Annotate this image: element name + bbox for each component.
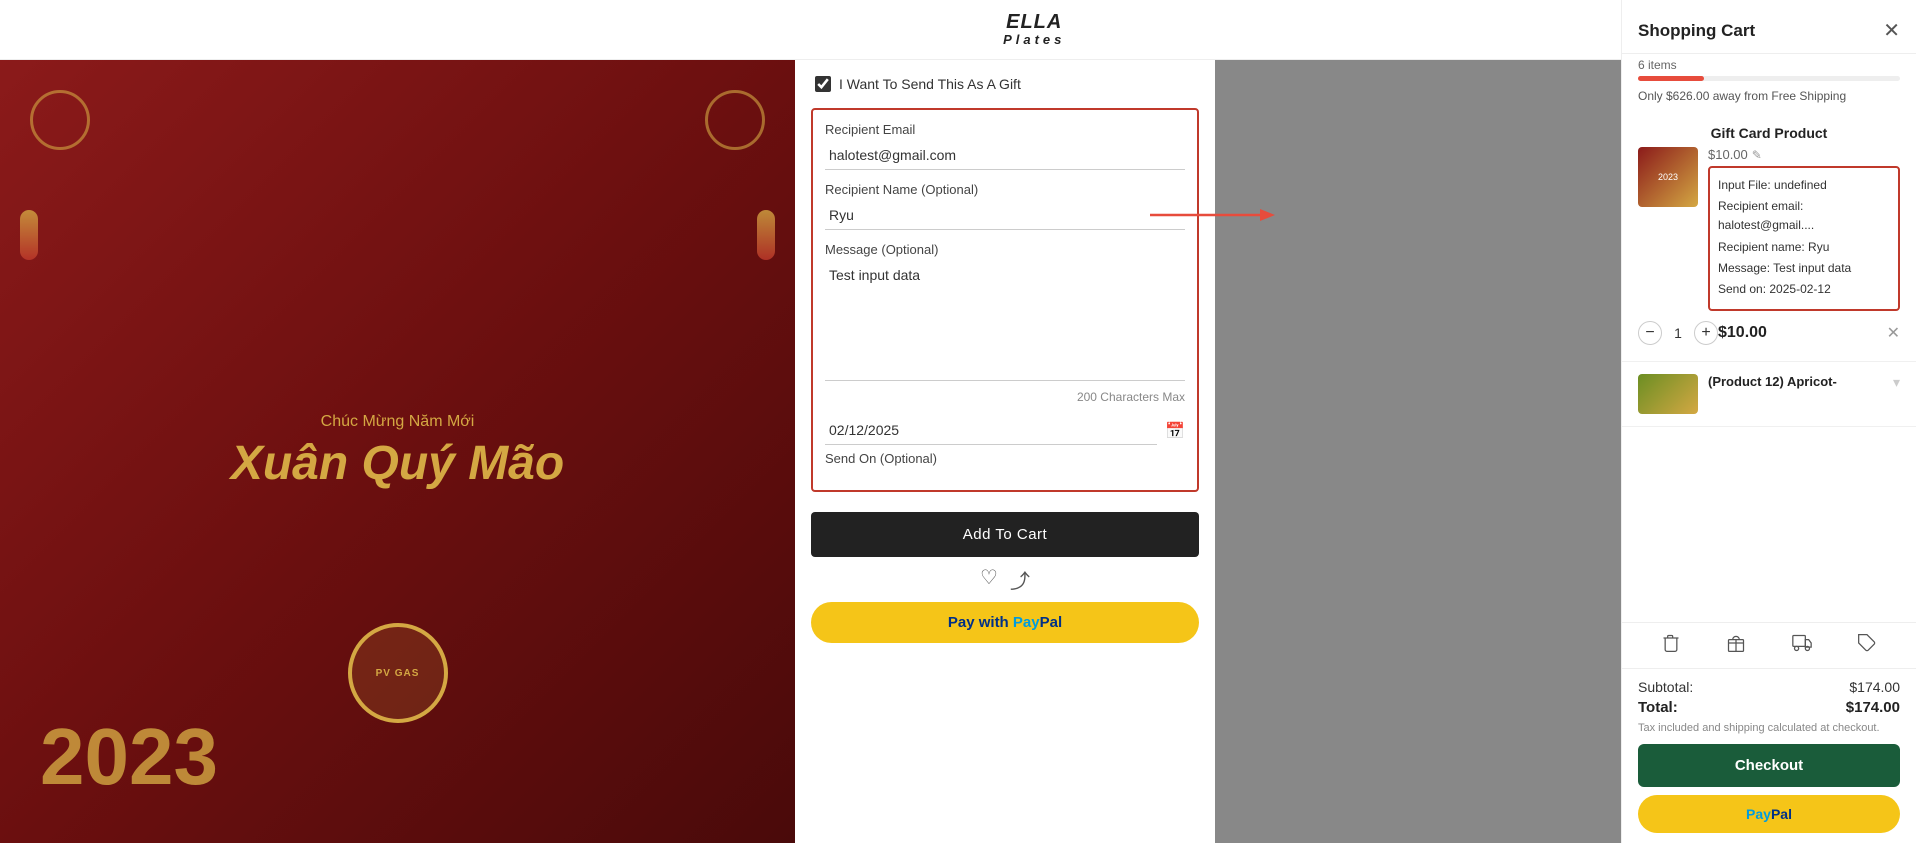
cart-subtotal-value: $174.00	[1849, 679, 1900, 695]
calendar-icon[interactable]: 📅	[1165, 421, 1185, 441]
cart-total-label: Total:	[1638, 699, 1678, 716]
cart-progress-bar	[1638, 76, 1900, 81]
qty-controls: − 1 +	[1638, 321, 1718, 345]
cart-header: Shopping Cart ✕	[1622, 0, 1916, 54]
cart-total-value: $174.00	[1846, 699, 1900, 716]
gift-checkbox-label: I Want To Send This As A Gift	[839, 76, 1021, 92]
cart-sidebar: Shopping Cart ✕ 6 items Only $626.00 awa…	[1621, 0, 1916, 843]
send-on-label: Send On (Optional)	[825, 451, 1185, 466]
cart-tax-note: Tax included and shipping calculated at …	[1638, 722, 1900, 734]
cart-item-1-price: $10.00 ✎	[1708, 147, 1900, 162]
cart-item-1-name: Gift Card Product	[1638, 125, 1900, 141]
cart-gift-icon[interactable]	[1726, 633, 1746, 658]
share-icon[interactable]: ⤴	[1010, 565, 1030, 594]
product-image: Chúc Mừng Năm Mới Xuân Quý Mão PV GAS 20…	[0, 60, 795, 843]
cart-item-1-image: 2023	[1638, 147, 1698, 207]
qty-value: 1	[1670, 325, 1686, 341]
gift-recipient-email: Recipient email: halotest@gmail....	[1718, 197, 1890, 235]
gift-recipient-name: Recipient name: Ryu	[1718, 238, 1890, 257]
remove-item-1-button[interactable]: ✕	[1887, 323, 1900, 343]
recipient-email-field: Recipient Email	[825, 122, 1185, 170]
cart-item-1-edit-icon[interactable]: ✎	[1752, 148, 1762, 162]
add-to-cart-button[interactable]: Add To Cart	[811, 512, 1199, 557]
site-logo: ELLA Plates	[1003, 11, 1065, 47]
cart-subtotal-label: Subtotal:	[1638, 679, 1693, 695]
cart-tag-icon[interactable]	[1857, 633, 1877, 658]
send-on-field: 📅 Send On (Optional)	[825, 416, 1185, 466]
cart-item-2-name: (Product 12) Apricot-	[1708, 374, 1837, 389]
cart-item-count: 6 items	[1622, 54, 1916, 76]
message-field: Message (Optional) Test input data 200 C…	[825, 242, 1185, 404]
cart-subtotal-row: Subtotal: $174.00	[1638, 679, 1900, 695]
action-icons-row: ♡ ⤴	[811, 565, 1199, 594]
qty-decrease-button[interactable]: −	[1638, 321, 1662, 345]
cart-free-shipping: Only $626.00 away from Free Shipping	[1622, 85, 1916, 113]
paypal-pay-text: Pay with PayPal	[948, 614, 1062, 631]
recipient-email-label: Recipient Email	[825, 122, 1185, 137]
message-textarea[interactable]: Test input data	[825, 261, 1185, 381]
action-buttons: Add To Cart ♡ ⤴ Pay with PayPal	[795, 500, 1215, 655]
cart-total-row: Total: $174.00	[1638, 699, 1900, 716]
gift-message: Message: Test input data	[1718, 259, 1890, 278]
cart-trash-icon[interactable]	[1661, 633, 1681, 658]
cart-item-1: Gift Card Product 2023 $10.00 ✎ Input Fi…	[1622, 113, 1916, 362]
qty-increase-button[interactable]: +	[1694, 321, 1718, 345]
recipient-name-label: Recipient Name (Optional)	[825, 182, 1185, 197]
cart-paypal-button[interactable]: PayPal	[1638, 795, 1900, 833]
gift-checkbox[interactable]	[815, 76, 831, 92]
product-form: I Want To Send This As A Gift Recipient …	[795, 60, 1215, 843]
checkout-button[interactable]: Checkout	[1638, 744, 1900, 787]
gift-details-box: Input File: undefined Recipient email: h…	[1708, 166, 1900, 311]
cart-item-1-total: $10.00	[1718, 324, 1767, 342]
recipient-name-input[interactable]	[825, 201, 1185, 230]
gift-form-box: Recipient Email Recipient Name (Optional…	[811, 108, 1199, 492]
message-label: Message (Optional)	[825, 242, 1185, 257]
cart-progress-fill	[1638, 76, 1704, 81]
cart-item-2: (Product 12) Apricot- ▾	[1622, 362, 1916, 427]
cart-footer: Subtotal: $174.00 Total: $174.00 Tax inc…	[1622, 668, 1916, 843]
cart-title: Shopping Cart	[1638, 21, 1755, 41]
cart-shipping-icon[interactable]	[1792, 633, 1812, 658]
cart-paypal-text: PayPal	[1746, 806, 1792, 822]
recipient-email-input[interactable]	[825, 141, 1185, 170]
send-on-input[interactable]	[825, 416, 1157, 445]
gift-input-file: Input File: undefined	[1718, 176, 1890, 195]
wishlist-icon[interactable]: ♡	[980, 565, 998, 594]
recipient-name-field: Recipient Name (Optional)	[825, 182, 1185, 230]
cart-items-list: Gift Card Product 2023 $10.00 ✎ Input Fi…	[1622, 113, 1916, 622]
gift-checkbox-row: I Want To Send This As A Gift	[795, 60, 1215, 100]
cart-icons-row	[1622, 622, 1916, 668]
char-limit: 200 Characters Max	[825, 390, 1185, 404]
cart-close-button[interactable]: ✕	[1883, 18, 1900, 43]
cart-item-2-expand-icon[interactable]: ▾	[1893, 374, 1900, 391]
paypal-button[interactable]: Pay with PayPal	[811, 602, 1199, 643]
gift-send-on: Send on: 2025-02-12	[1718, 280, 1890, 299]
cart-item-2-image	[1638, 374, 1698, 414]
